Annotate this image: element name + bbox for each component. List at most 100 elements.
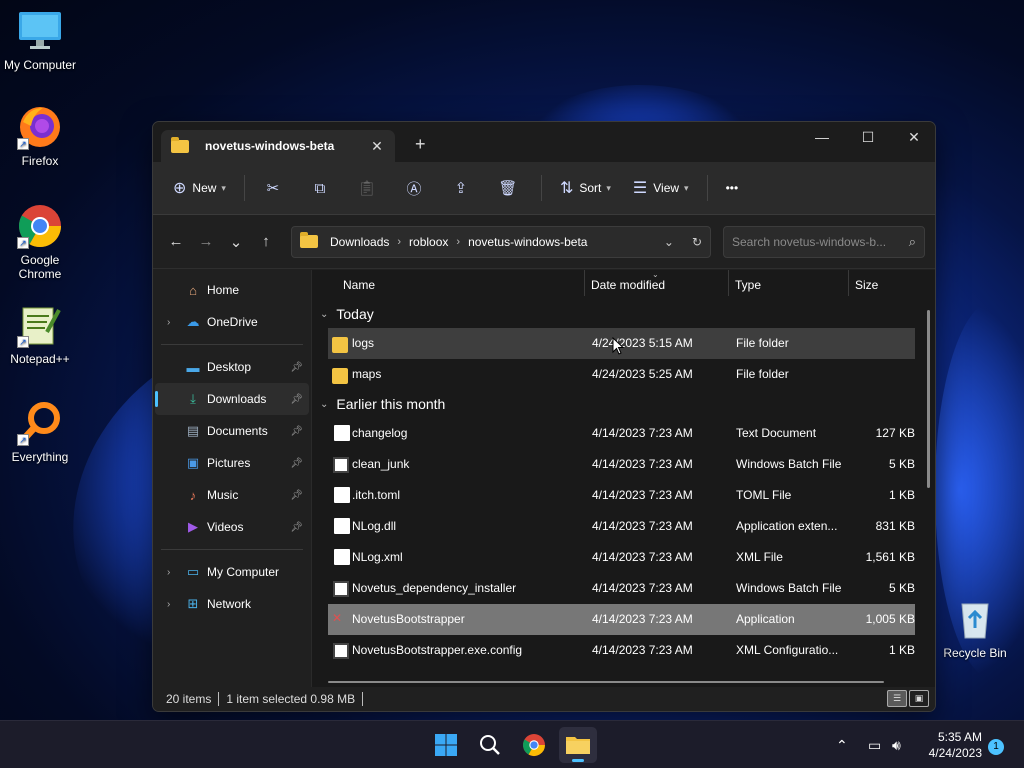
file-type: Windows Batch File [736,457,842,471]
chevron-right-icon[interactable]: › [167,599,185,610]
file-date: 4/14/2023 7:23 AM [592,550,693,564]
forward-arrow-icon[interactable]: → [191,227,221,257]
refresh-icon[interactable]: ↻ [692,235,702,249]
column-divider[interactable] [848,270,849,296]
file-row-nlog-dll[interactable]: NLog.dll 4/14/2023 7:23 AM Application e… [328,511,915,542]
address-dropdown-icon[interactable]: ⌄ [664,235,674,249]
desktop-icon-recycle-bin[interactable]: Recycle Bin [935,596,1015,660]
column-divider[interactable] [728,270,729,296]
copy-icon[interactable]: ⧉ [302,172,338,204]
tab-novetus-windows-beta[interactable]: novetus-windows-beta ✕ [161,130,395,162]
file-row-itch-toml[interactable]: .itch.toml 4/14/2023 7:23 AM TOML File 1… [328,480,915,511]
show-hidden-icons[interactable]: ⌃ [836,721,848,768]
taskbar-chrome[interactable] [515,727,553,763]
pin-icon[interactable]: 📌︎ [290,426,303,437]
sidebar-item-downloads[interactable]: ⤓ Downloads 📌︎ [155,383,309,415]
pin-icon[interactable]: 📌︎ [290,522,303,533]
sort-button[interactable]: ⇅ Sort ▾ [552,172,619,204]
group-header-earlier-this-month[interactable]: ⌄ Earlier this month [312,390,935,418]
back-arrow-icon[interactable]: ← [161,227,191,257]
new-button[interactable]: ⊕ New ▾ [165,172,234,204]
new-label: New [192,181,217,195]
chevron-down-icon[interactable]: ⌄ [320,399,328,410]
sidebar-item-my-computer[interactable]: › ▭ My Computer [155,556,309,588]
file-row-clean-junk[interactable]: clean_junk 4/14/2023 7:23 AM Windows Bat… [328,449,915,480]
column-divider[interactable] [584,270,585,296]
desktop-icon-notepadpp[interactable]: ↗ Notepad++ [0,302,80,366]
volume-icon[interactable]: 🔊︎ [892,721,901,768]
clock[interactable]: 5:35 AM 4/24/2023 [929,729,982,761]
maximize-icon[interactable]: ☐ [845,122,891,152]
pin-icon[interactable]: 📌︎ [290,490,303,501]
sidebar-item-music[interactable]: ♪ Music 📌︎ [155,479,309,511]
desktop-icon-chrome[interactable]: ↗ Google Chrome [0,203,80,281]
app-icon: ✕ [332,611,343,625]
sidebar-item-network[interactable]: › ⊞ Network [155,588,309,620]
tiles-view-icon[interactable]: ▣ [909,690,929,707]
pin-icon[interactable]: 📌︎ [290,394,303,405]
recent-locations-chevron-icon[interactable]: ⌄ [221,227,251,257]
chevron-right-icon[interactable]: › [397,236,401,248]
chevron-up-icon[interactable]: ⌃ [836,737,848,754]
cut-icon[interactable]: ✂ [255,172,291,204]
minimize-icon[interactable]: — [799,122,845,152]
pin-icon[interactable]: 📌︎ [290,362,303,373]
search-box[interactable]: ⌕ [723,225,925,258]
start-button[interactable] [427,727,465,763]
desktop-icon-my-computer[interactable]: My Computer [0,8,80,72]
file-date: 4/14/2023 7:23 AM [592,519,693,533]
breadcrumb-robloox[interactable]: robloox [409,235,448,249]
desktop-icon-everything[interactable]: ↗ Everything [0,400,80,464]
sidebar-item-onedrive[interactable]: › ☁ OneDrive [155,306,309,338]
file-row-novetus-dependency-installer[interactable]: Novetus_dependency_installer 4/14/2023 7… [328,573,915,604]
chevron-right-icon[interactable]: › [167,317,185,328]
toolbar-divider [706,175,708,201]
file-row-changelog[interactable]: changelog 4/14/2023 7:23 AM Text Documen… [328,418,915,449]
column-header-size[interactable]: Size [855,278,878,292]
sidebar-item-pictures[interactable]: ▣ Pictures 📌︎ [155,447,309,479]
new-tab-icon[interactable]: + [415,134,426,155]
share-icon[interactable]: ⇪ [443,172,479,204]
details-view-icon[interactable]: ☰ [887,690,907,707]
monitor-icon [17,8,63,54]
address-bar[interactable]: Downloads › robloox › novetus-windows-be… [291,225,711,258]
notification-badge[interactable]: 1 [988,739,1004,755]
chevron-right-icon[interactable]: › [167,567,185,578]
rename-icon[interactable]: Ⓐ [396,172,432,204]
search-input[interactable] [732,234,909,249]
sidebar-item-home[interactable]: ⌂ Home [155,274,309,306]
close-tab-icon[interactable]: ✕ [369,138,385,155]
sidebar-item-desktop[interactable]: ▬ Desktop 📌︎ [155,351,309,383]
group-header-today[interactable]: ⌄ Today [312,300,935,328]
view-button[interactable]: ☰ View ▾ [625,172,697,204]
desktop-icon-firefox[interactable]: ↗ Firefox [0,104,80,168]
paste-icon[interactable]: 📋︎ [349,172,385,204]
search-icon[interactable]: ⌕ [909,234,916,250]
search-button[interactable] [471,727,509,763]
breadcrumb-downloads[interactable]: Downloads [330,235,389,249]
file-row-novetus-bootstrapper-config[interactable]: NovetusBootstrapper.exe.config 4/14/2023… [328,635,915,666]
close-window-icon[interactable]: ✕ [891,122,935,152]
sidebar-item-documents[interactable]: ▤ Documents 📌︎ [155,415,309,447]
column-header-type[interactable]: Type [735,278,761,292]
delete-icon[interactable]: 🗑︎ [490,172,526,204]
navigation-bar: ← → ⌄ ↑ Downloads › robloox › novetus-wi… [153,215,935,269]
file-row-maps[interactable]: maps 4/24/2023 5:25 AM File folder [328,359,915,390]
chevron-down-icon[interactable]: ⌄ [320,309,328,320]
column-header-date[interactable]: Date modified [591,278,665,292]
file-row-novetus-bootstrapper[interactable]: ✕ NovetusBootstrapper 4/14/2023 7:23 AM … [328,604,915,635]
chevron-right-icon[interactable]: › [456,236,460,248]
file-row-nlog-xml[interactable]: NLog.xml 4/14/2023 7:23 AM XML File 1,56… [328,542,915,573]
network-status-icon[interactable]: ▭ [868,721,881,768]
more-options-button[interactable]: ••• [718,172,747,204]
folder-icon [332,337,348,353]
column-header-name[interactable]: Name [343,278,375,292]
breadcrumb-novetus-windows-beta[interactable]: novetus-windows-beta [468,235,587,249]
pin-icon[interactable]: 📌︎ [290,458,303,469]
sidebar-item-videos[interactable]: ▶ Videos 📌︎ [155,511,309,543]
vertical-scrollbar[interactable] [927,310,930,488]
up-arrow-icon[interactable]: ↑ [251,227,281,257]
horizontal-scrollbar[interactable] [328,681,884,683]
selection-info: 1 item selected 0.98 MB [226,692,356,706]
taskbar-file-explorer[interactable] [559,727,597,763]
